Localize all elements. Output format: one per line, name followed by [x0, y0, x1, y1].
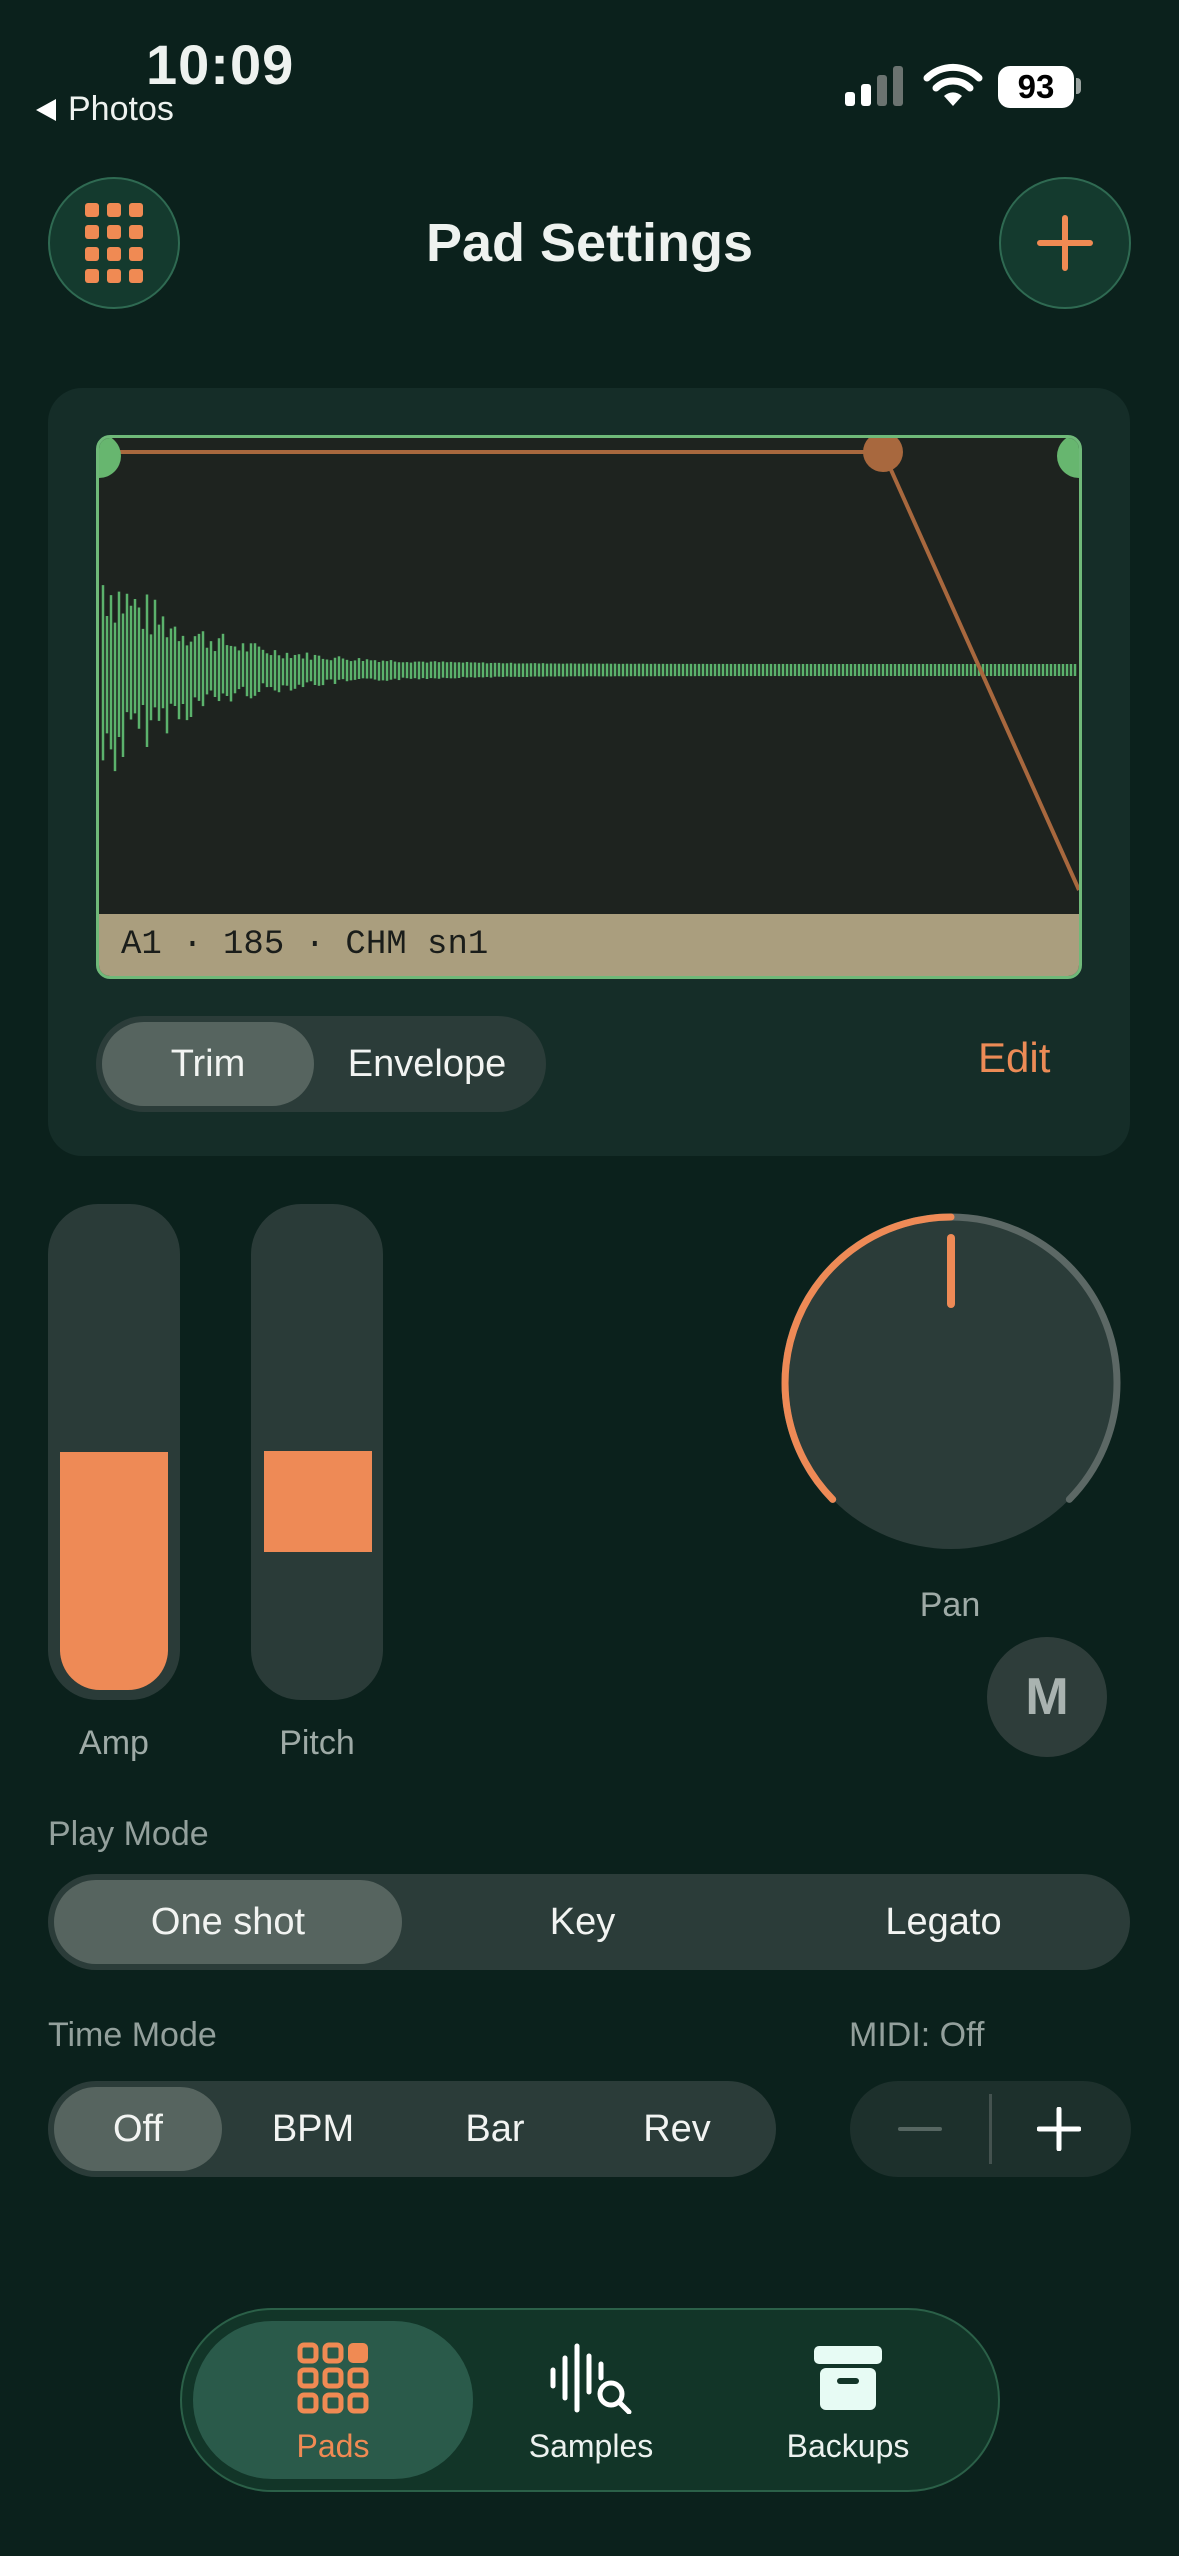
- back-label: Photos: [68, 90, 174, 128]
- play-mode-key[interactable]: Key: [402, 1880, 763, 1964]
- waveform-canvas: [99, 438, 1079, 891]
- battery-nub: [1076, 78, 1081, 94]
- backups-icon: [814, 2346, 882, 2410]
- time-mode-bar[interactable]: Bar: [404, 2087, 586, 2171]
- add-button[interactable]: [999, 177, 1131, 309]
- back-to-photos[interactable]: Photos: [36, 90, 174, 129]
- tab-pads-label: Pads: [296, 2428, 370, 2464]
- pads-icon: [297, 2342, 369, 2414]
- plus-icon: [1037, 215, 1093, 271]
- status-time: 10:09: [146, 33, 295, 96]
- midi-increment-button[interactable]: [1037, 2107, 1081, 2151]
- play-mode-legato[interactable]: Legato: [763, 1880, 1124, 1964]
- trim-start-handle[interactable]: [99, 438, 121, 478]
- mute-button[interactable]: M: [987, 1637, 1107, 1757]
- edit-button[interactable]: Edit: [978, 1034, 1050, 1082]
- sample-info-bar: A1 · 185 · CHM sn1: [99, 914, 1079, 976]
- tab-trim[interactable]: Trim: [102, 1022, 314, 1106]
- time-mode-rev[interactable]: Rev: [586, 2087, 768, 2171]
- time-mode-off[interactable]: Off: [54, 2087, 222, 2171]
- trim-envelope-toggle: Trim Envelope: [96, 1016, 546, 1112]
- stepper-divider: [989, 2094, 992, 2164]
- amp-slider-fill: [60, 1452, 168, 1690]
- play-mode-one-shot[interactable]: One shot: [54, 1880, 402, 1964]
- cellular-signal-icon: [845, 64, 903, 106]
- battery-indicator: 93: [998, 66, 1074, 108]
- midi-label: MIDI: Off: [849, 2016, 985, 2054]
- play-mode-label: Play Mode: [48, 1815, 209, 1853]
- waveform-bars: [101, 585, 1077, 772]
- tab-backups[interactable]: Backups: [718, 2342, 978, 2465]
- pitch-label: Pitch: [279, 1724, 355, 1762]
- tab-backups-label: Backups: [786, 2428, 910, 2464]
- midi-decrement-button[interactable]: [898, 2127, 942, 2131]
- pan-label: Pan: [919, 1586, 981, 1624]
- time-mode-bpm[interactable]: BPM: [222, 2087, 404, 2171]
- play-mode-selector: One shot Key Legato: [48, 1874, 1130, 1970]
- pitch-slider-thumb: [264, 1451, 372, 1552]
- tab-pads[interactable]: Pads: [203, 2342, 463, 2465]
- tab-envelope[interactable]: Envelope: [314, 1022, 540, 1106]
- tab-samples-label: Samples: [528, 2428, 654, 2464]
- samples-icon: [550, 2343, 632, 2414]
- back-arrow-icon: [36, 98, 56, 121]
- time-mode-selector: Off BPM Bar Rev: [48, 2081, 776, 2177]
- wifi-icon: [923, 63, 983, 106]
- waveform-view[interactable]: A1 · 185 · CHM sn1: [96, 435, 1082, 979]
- trim-end-handle[interactable]: [1057, 438, 1079, 478]
- tab-samples[interactable]: Samples: [461, 2342, 721, 2465]
- amp-label: Amp: [79, 1724, 149, 1762]
- pan-knob[interactable]: [776, 1208, 1126, 1558]
- time-mode-label: Time Mode: [48, 2016, 217, 2054]
- envelope-handle[interactable]: [863, 438, 903, 472]
